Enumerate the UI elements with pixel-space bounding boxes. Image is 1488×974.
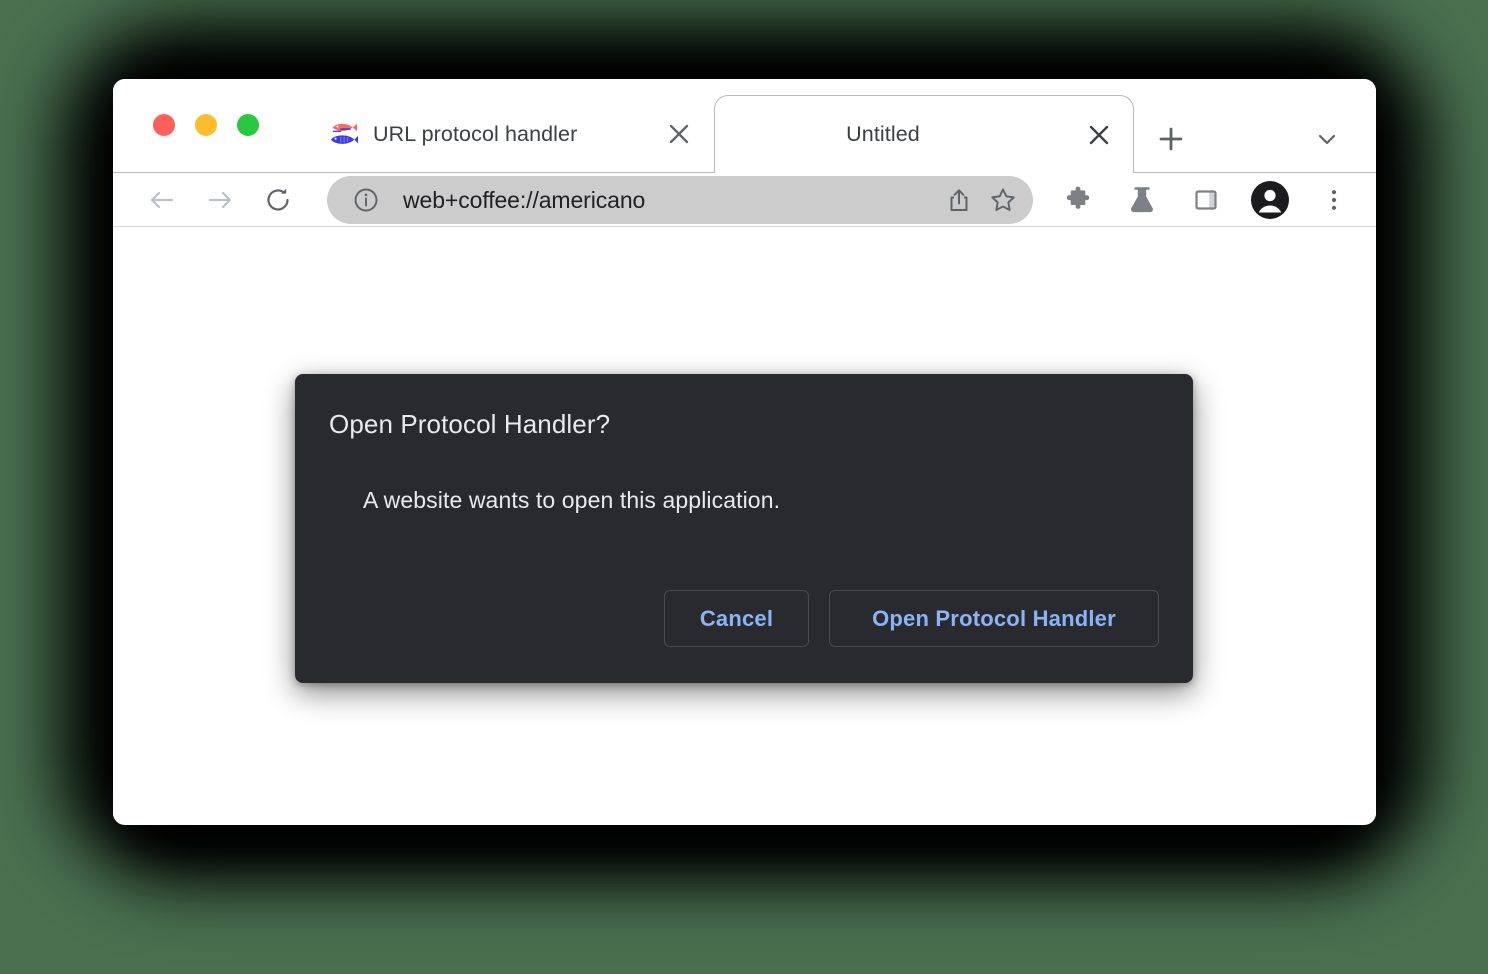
dialog-message: A website wants to open this application… <box>363 487 781 513</box>
browser-toolbar: web+coffee://americano <box>113 173 1376 227</box>
tab-close-button[interactable] <box>1079 115 1119 155</box>
dialog-title: Open Protocol Handler? <box>329 409 611 439</box>
experiments-flask-icon <box>1131 187 1153 213</box>
forward-arrow-icon <box>208 191 232 209</box>
back-arrow-icon <box>150 191 174 209</box>
extensions-button[interactable] <box>1055 177 1101 223</box>
reload-button[interactable] <box>255 177 301 223</box>
star-icon <box>991 188 1015 211</box>
cancel-button[interactable]: Cancel <box>664 590 809 647</box>
reload-icon <box>267 188 289 211</box>
tab-search-button[interactable] <box>1305 117 1349 161</box>
tab-title: URL protocol handler <box>373 121 578 146</box>
side-panel-icon <box>1195 190 1217 210</box>
share-button[interactable] <box>937 178 981 222</box>
toolbar-icon-group <box>1055 177 1357 223</box>
tab-title: Untitled <box>846 122 920 146</box>
info-circle-icon <box>354 188 378 212</box>
window-minimize-button[interactable] <box>195 114 217 136</box>
traffic-lights <box>153 114 259 136</box>
close-icon <box>669 124 689 144</box>
site-info-button[interactable] <box>351 185 381 215</box>
address-bar-url[interactable]: web+coffee://americano <box>403 187 937 214</box>
new-tab-icon <box>1159 127 1183 151</box>
tab-close-button[interactable] <box>659 114 699 154</box>
tab-url-protocol-handler[interactable]: URL protocol handler <box>309 95 713 173</box>
bookmark-button[interactable] <box>981 178 1025 222</box>
new-tab-button[interactable] <box>1149 117 1193 161</box>
address-bar[interactable]: web+coffee://americano <box>327 176 1033 224</box>
page-content: Open Protocol Handler? A website wants t… <box>113 227 1376 824</box>
open-protocol-handler-button[interactable]: Open Protocol Handler <box>829 590 1159 647</box>
window-maximize-button[interactable] <box>237 114 259 136</box>
tab-strip: URL protocol handler Untitled <box>113 79 1376 173</box>
three-dot-menu-icon <box>1331 190 1337 210</box>
chevron-down-icon <box>1318 134 1336 145</box>
forward-button[interactable] <box>197 177 243 223</box>
dialog-button-row: Cancel Open Protocol Handler <box>664 590 1159 647</box>
close-icon <box>1089 125 1109 144</box>
extensions-puzzle-icon <box>1066 186 1090 209</box>
share-icon <box>950 189 968 211</box>
protocol-handler-dialog: Open Protocol Handler? A website wants t… <box>295 374 1193 683</box>
page-root: URL protocol handler Untitled web+coffee… <box>0 0 1488 974</box>
profile-avatar-icon <box>1251 181 1289 219</box>
side-panel-button[interactable] <box>1183 177 1229 223</box>
browser-window: URL protocol handler Untitled web+coffee… <box>113 79 1376 825</box>
tab-untitled[interactable]: Untitled <box>714 95 1134 173</box>
experiments-button[interactable] <box>1119 177 1165 223</box>
profile-button[interactable] <box>1247 177 1293 223</box>
window-close-button[interactable] <box>153 114 175 136</box>
browser-menu-button[interactable] <box>1311 177 1357 223</box>
two-fish-favicon <box>330 123 359 144</box>
back-button[interactable] <box>139 177 185 223</box>
